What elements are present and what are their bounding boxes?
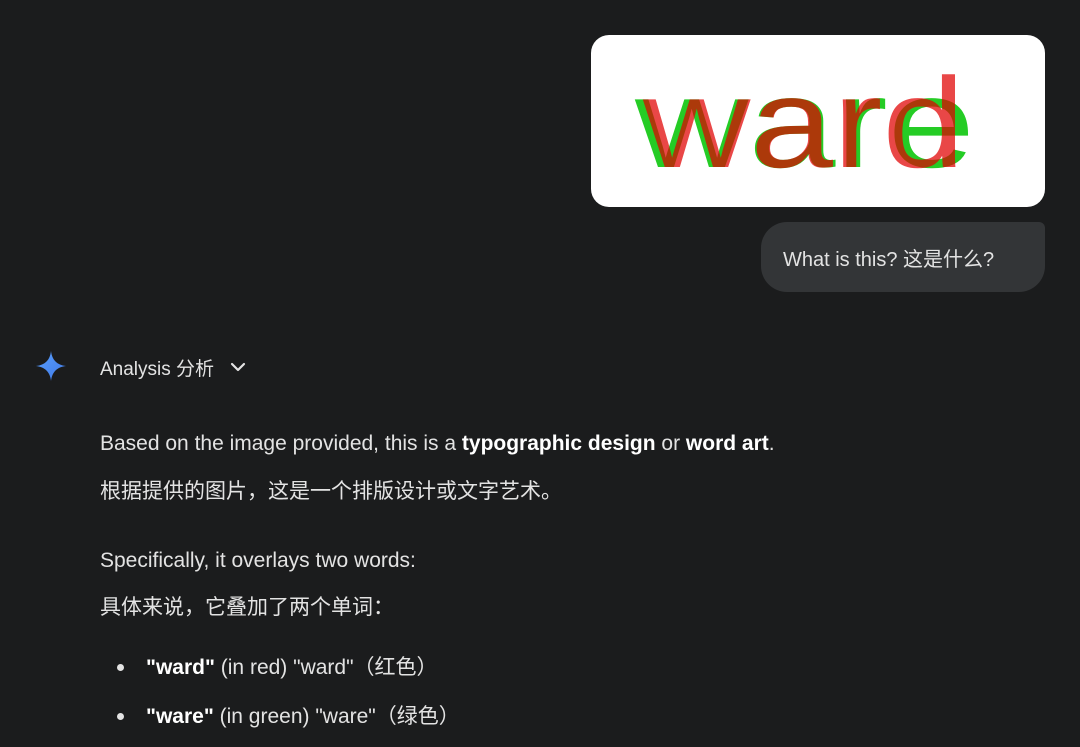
gemini-spark-icon [36,351,66,381]
user-message-text: What is this? 这是什么? [783,248,995,271]
user-message-bubble: What is this? 这是什么? [761,222,1045,292]
response-paragraph-2: Specifically, it overlays two words: [100,549,416,572]
word-ward-red: ward [642,52,965,195]
chevron-down-icon [230,359,246,375]
list-item: "ward" (in red) "ward"（红色） [146,656,438,679]
bullet-dot [117,713,124,720]
chat-page: ware ward What is this? 这是什么? Analysis 分… [0,0,1080,747]
list-item: "ware" (in green) "ware"（绿色） [146,705,460,728]
response-paragraph-1: Based on the image provided, this is a t… [100,432,775,455]
overlaid-words-graphic: ware ward [634,52,975,195]
analysis-label: Analysis 分析 [100,358,215,380]
response-paragraph-1-zh: 根据提供的图片，这是一个排版设计或文字艺术。 [100,480,562,503]
analysis-toggle[interactable]: Analysis 分析 [100,352,246,382]
bullet-dot [117,664,124,671]
user-uploaded-image[interactable]: ware ward [591,35,1045,207]
response-paragraph-2-zh: 具体来说，它叠加了两个单词： [100,596,394,619]
bold-word-art: word art [685,432,769,455]
bold-typographic-design: typographic design [461,432,656,455]
